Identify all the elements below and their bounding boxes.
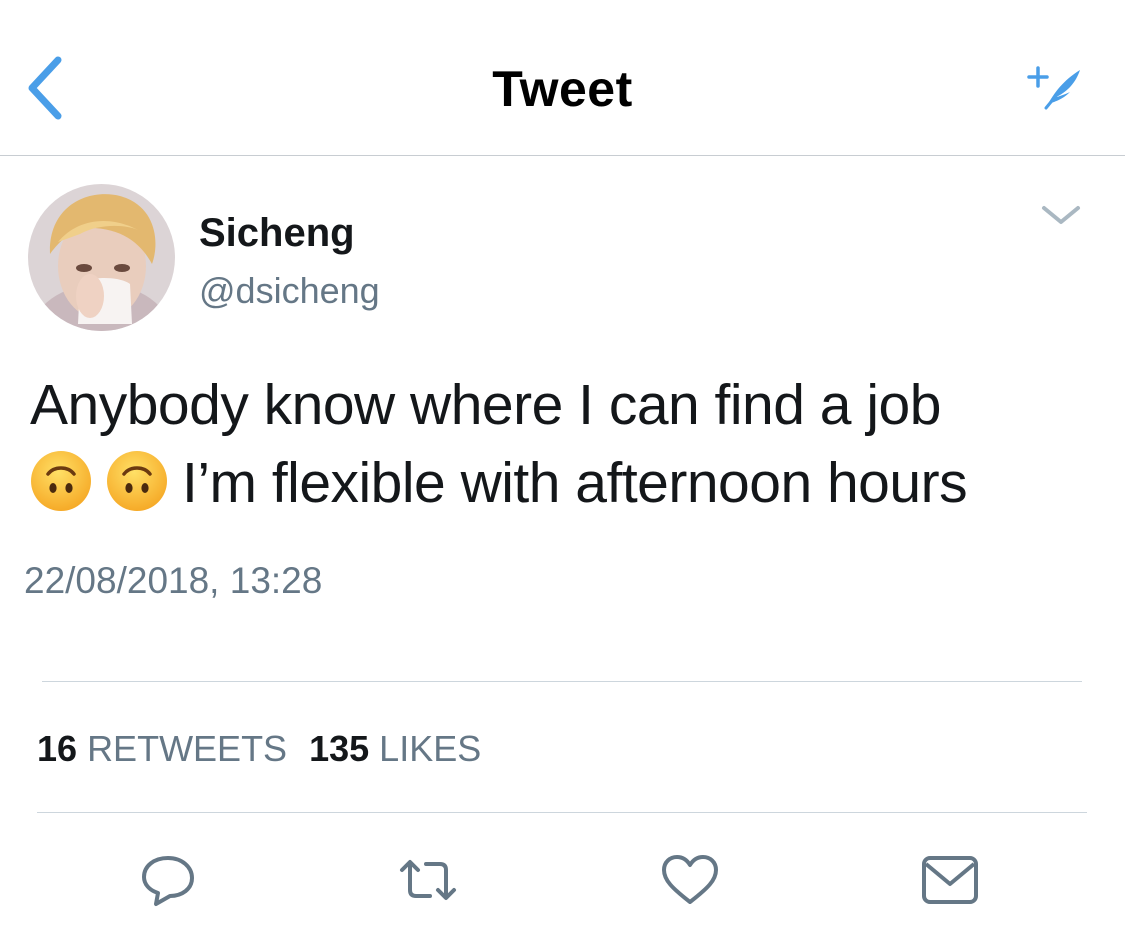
navigation-bar: Tweet [0,0,1125,156]
chevron-down-icon[interactable] [1040,200,1082,230]
like-icon[interactable] [658,850,722,910]
tweet-text: Anybody know where I can find a job I’m … [30,366,1110,522]
likes-label: LIKES [379,728,482,769]
upside-down-face-emoji [106,450,168,512]
retweets-label: RETWEETS [87,728,288,769]
retweets-stat[interactable]: 16 RETWEETS [37,728,287,769]
avatar[interactable] [28,184,175,331]
divider [37,812,1087,813]
compose-sparkle-feather-icon[interactable] [1024,62,1090,112]
user-handle[interactable]: @dsicheng [199,270,380,312]
display-name[interactable]: Sicheng [199,211,355,256]
timestamp: 22/08/2018, 13:28 [24,560,323,601]
page-title: Tweet [492,61,633,117]
engagement-stats: 16 RETWEETS 135 LIKES [37,728,481,770]
tweet-text-line-with-emoji: I’m flexible with afternoon hours [30,444,1110,522]
divider [42,681,1082,682]
tweet-text-line: Anybody know where I can find a job [30,373,941,437]
upside-down-face-emoji [30,450,92,512]
reply-icon[interactable] [136,850,200,910]
share-mail-icon[interactable] [918,850,982,910]
retweets-count: 16 [37,728,78,769]
likes-count: 135 [309,728,370,769]
tweet-text-line: I’m flexible with afternoon hours [182,451,968,515]
likes-stat[interactable]: 135 LIKES [309,728,481,769]
retweet-icon[interactable] [396,850,460,910]
